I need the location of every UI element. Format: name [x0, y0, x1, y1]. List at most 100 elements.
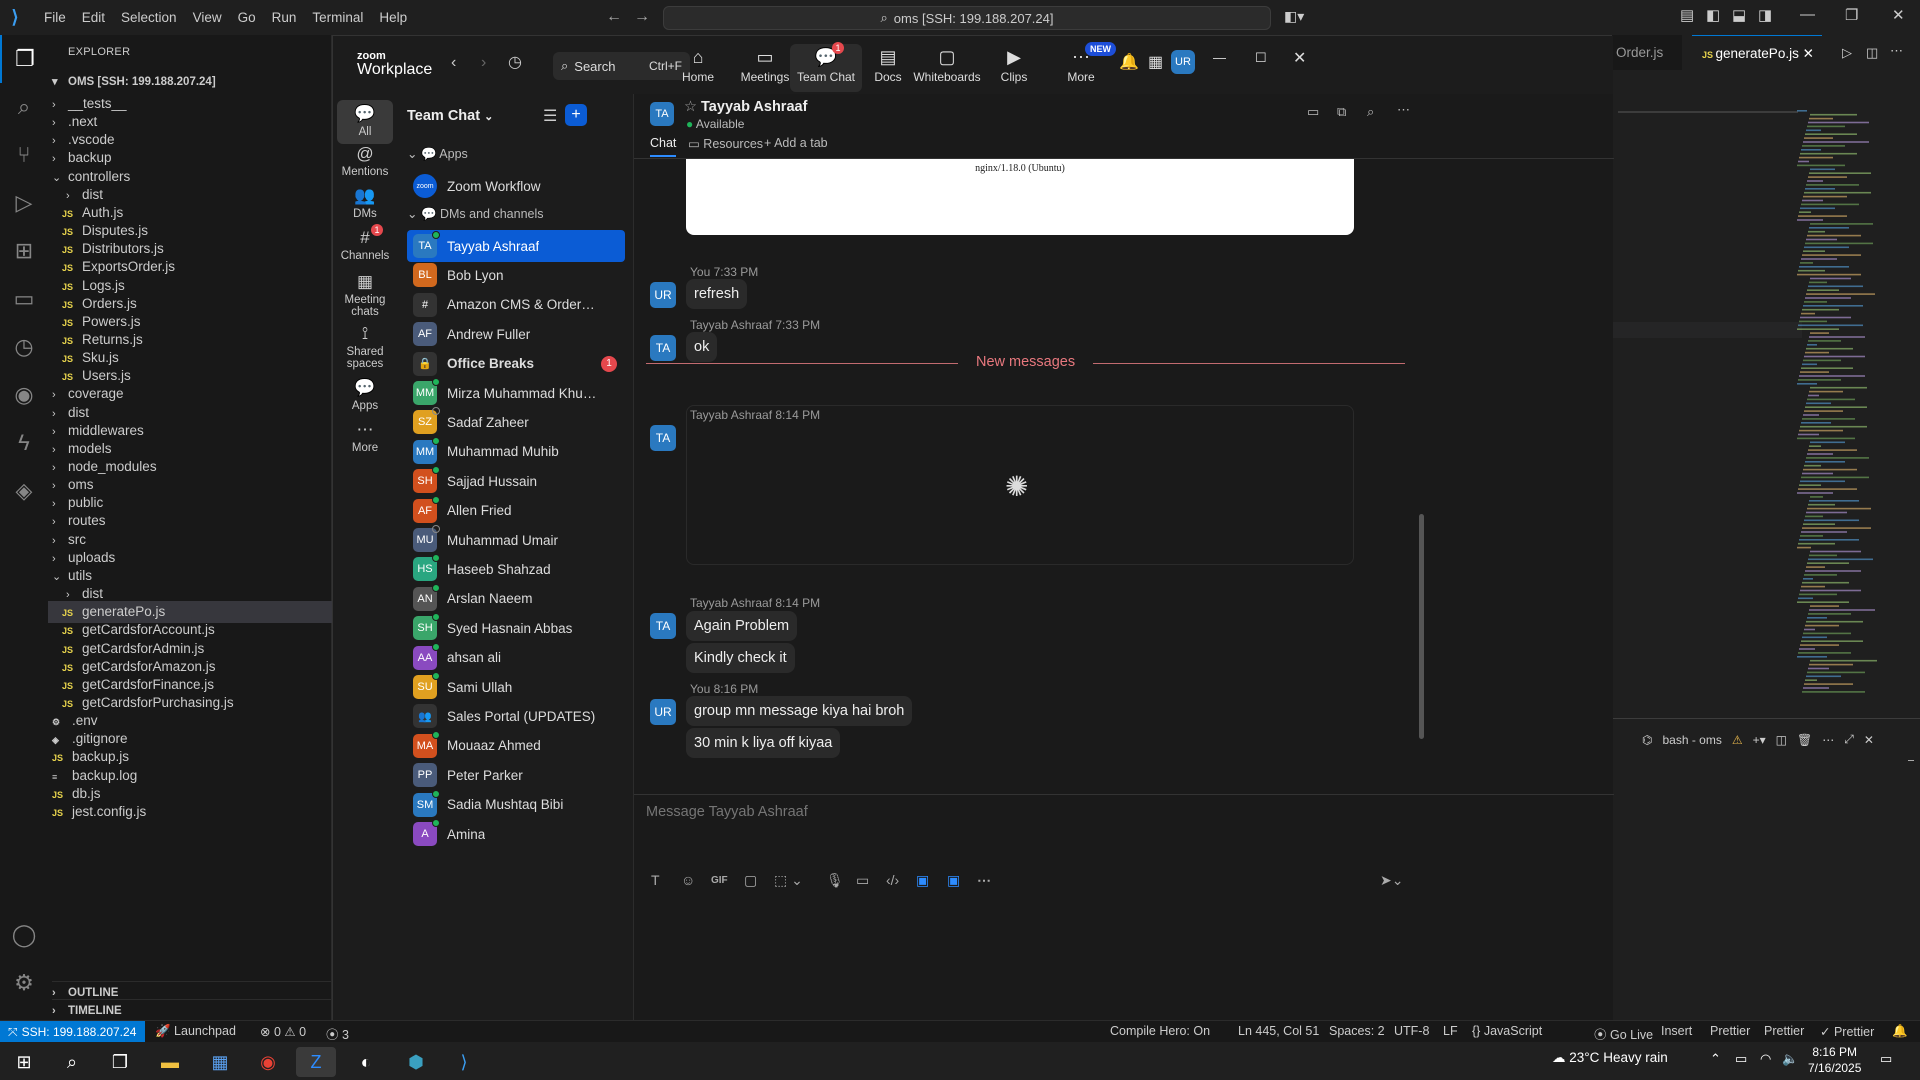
restore-icon[interactable]: ❐	[1845, 6, 1858, 24]
search-icon[interactable]: ⌕	[1367, 104, 1374, 120]
split-terminal-icon[interactable]: ◫	[1776, 733, 1787, 747]
more-actions-icon[interactable]: ⋯	[1890, 43, 1903, 59]
list-title[interactable]: Team Chat ⌄	[407, 108, 493, 124]
message-bubble[interactable]: group mn message kiya hai broh	[686, 696, 913, 726]
image-attachment[interactable]: nginx/1.18.0 (Ubuntu)	[686, 159, 1354, 235]
timeline-section[interactable]: › TIMELINE	[52, 999, 332, 1021]
menu-edit[interactable]: Edit	[74, 10, 113, 25]
store-icon[interactable]: ▦	[200, 1047, 240, 1077]
python-icon[interactable]: ◈	[0, 467, 48, 515]
weather-widget[interactable]: ☁ 23°C Heavy rain	[1552, 1050, 1668, 1066]
chat-item[interactable]: #Amazon CMS & OrderAuto...	[407, 289, 625, 321]
apps-section-header[interactable]: ⌄ 💬 Apps	[407, 146, 468, 162]
chat-item[interactable]: A Amina	[407, 818, 625, 850]
message-input[interactable]	[646, 799, 1386, 825]
windows-start-icon[interactable]: ⊞	[4, 1047, 44, 1077]
close-icon[interactable]: ✕	[1864, 733, 1874, 747]
timeline-icon[interactable]: ◷	[0, 323, 48, 371]
chat-item[interactable]: MA Mouaaz Ahmed	[407, 730, 625, 762]
dms-section-header[interactable]: ⌄ 💬 DMs and channels	[407, 206, 544, 222]
notification-center-icon[interactable]: ▭	[1880, 1051, 1892, 1067]
message-bubble[interactable]: 30 min k liya off kiyaa	[686, 728, 841, 758]
minimap[interactable]	[1795, 110, 1890, 700]
chat-item[interactable]: SM Sadia Mushtaq Bibi	[407, 789, 625, 821]
star-icon[interactable]: ☆	[684, 99, 697, 115]
menu-go[interactable]: Go	[230, 10, 264, 25]
search-icon[interactable]: ⌕	[0, 83, 48, 131]
tab-chat[interactable]: Chat	[650, 136, 677, 157]
forward-arrow-icon[interactable]: →	[634, 8, 650, 26]
avatar[interactable]: UR	[650, 699, 676, 725]
go-live-item[interactable]: ⦿ Go Live	[1594, 1024, 1653, 1043]
new-chat-button[interactable]: +	[565, 104, 587, 126]
sidebar-toggle-icon[interactable]: ◧	[1706, 6, 1720, 24]
avatar[interactable]: UR	[1171, 50, 1195, 74]
screenshot-icon[interactable]: ⬚ ⌄	[774, 872, 803, 889]
message-bubble[interactable]: ok	[686, 332, 718, 362]
code-icon[interactable]: ‹/›	[886, 872, 899, 888]
message-bubble[interactable]: Kindly check it	[686, 643, 795, 673]
battery-icon[interactable]: ▭	[1735, 1051, 1747, 1067]
close-icon[interactable]: ✕	[1293, 48, 1306, 68]
loading-attachment[interactable]: ✺	[686, 405, 1354, 565]
chevron-up-icon[interactable]: ⌃	[1710, 1051, 1721, 1067]
rail-shared-spaces[interactable]: ⟟ Shared spaces	[337, 322, 393, 370]
remote-explorer-icon[interactable]: ▭	[0, 275, 48, 323]
rail-all[interactable]: 💬 All	[337, 100, 393, 144]
prettier-item[interactable]: Prettier	[1710, 1024, 1750, 1038]
rail-apps[interactable]: 💬 Apps	[337, 376, 393, 412]
gif-icon[interactable]: GIF	[711, 875, 728, 886]
message-bubble[interactable]: refresh	[686, 279, 748, 309]
app-icon[interactable]: ◐	[346, 1047, 386, 1077]
avatar[interactable]: TA	[650, 425, 676, 451]
add-tab-button[interactable]: + Add a tab	[764, 136, 828, 150]
ports-item[interactable]: ⦿ 3	[326, 1024, 349, 1043]
maximize-icon[interactable]: ☐	[1255, 50, 1267, 66]
trash-icon[interactable]: 🗑	[1797, 733, 1812, 747]
copilot-icon[interactable]: ◧▾	[1284, 8, 1304, 25]
minimize-icon[interactable]: —	[1800, 6, 1815, 23]
chat-item[interactable]: MU Muhammad Umair	[407, 524, 625, 556]
more-icon[interactable]: ⋯	[977, 872, 991, 889]
panel-toggle-icon[interactable]: ⬓	[1732, 6, 1746, 24]
microphone-icon[interactable]: 🎙	[826, 872, 844, 889]
extensions-icon[interactable]: ⊞	[0, 227, 48, 275]
chat-item[interactable]: AA ahsan ali	[407, 642, 625, 674]
menu-selection[interactable]: Selection	[113, 10, 185, 25]
compile-hero-item[interactable]: Compile Hero: On	[1110, 1024, 1210, 1038]
scrollbar[interactable]	[1419, 514, 1424, 739]
more-options-icon[interactable]: ⋯	[1397, 102, 1410, 118]
layout-icon[interactable]: ▤	[1680, 6, 1694, 24]
rail-channels[interactable]: # Channels 1	[337, 224, 393, 262]
app-icon[interactable]: ▣	[947, 872, 960, 889]
nav-more[interactable]: ⋯ More NEW	[1045, 42, 1117, 92]
calendar-icon[interactable]: ▦	[1148, 52, 1163, 72]
chat-item[interactable]: TA Tayyab Ashraaf	[407, 230, 625, 262]
chat-item[interactable]: BL Bob Lyon	[407, 259, 625, 291]
tab-order[interactable]: Order.js	[1612, 35, 1682, 70]
chat-item[interactable]: PP Peter Parker	[407, 759, 625, 791]
prettier-item[interactable]: ✓ Prettier	[1820, 1024, 1874, 1039]
share-screen-icon[interactable]: ⧉	[1337, 104, 1346, 120]
vscode-icon[interactable]: ⟩	[444, 1047, 484, 1077]
maximize-icon[interactable]: ⤢	[1844, 732, 1854, 747]
nav-home[interactable]: ⌂ Home	[662, 44, 734, 92]
bell-icon[interactable]: 🔔	[1119, 52, 1139, 72]
launchpad-item[interactable]: 🚀 Launchpad	[155, 1024, 236, 1039]
tab-generatepo[interactable]: JS generatePo.js ✕	[1692, 35, 1822, 70]
rail-meeting-chats[interactable]: ▦ Meeting chats	[337, 270, 393, 318]
close-icon[interactable]: ✕	[1892, 6, 1905, 24]
avatar[interactable]: TA	[650, 613, 676, 639]
clock[interactable]: 8:16 PM 7/16/2025	[1808, 1044, 1861, 1076]
workspace-root[interactable]: ▾ OMS [SSH: 199.188.207.24]	[52, 71, 216, 93]
message-bubble[interactable]: Again Problem	[686, 611, 798, 641]
search-icon[interactable]: ⌕	[52, 1047, 92, 1077]
gitlens-icon[interactable]: ◉	[0, 371, 48, 419]
chat-item[interactable]: HS Haseeb Shahzad	[407, 553, 625, 585]
menu-run[interactable]: Run	[264, 10, 305, 25]
task-view-icon[interactable]: ❐	[100, 1047, 140, 1077]
cursor-position[interactable]: Ln 445, Col 51	[1238, 1024, 1319, 1038]
remote-indicator[interactable]: ⤧ SSH: 199.188.207.24	[0, 1021, 145, 1043]
chat-item[interactable]: AF Allen Fried	[407, 495, 625, 527]
zoom-app-icon[interactable]: Z	[296, 1047, 336, 1077]
